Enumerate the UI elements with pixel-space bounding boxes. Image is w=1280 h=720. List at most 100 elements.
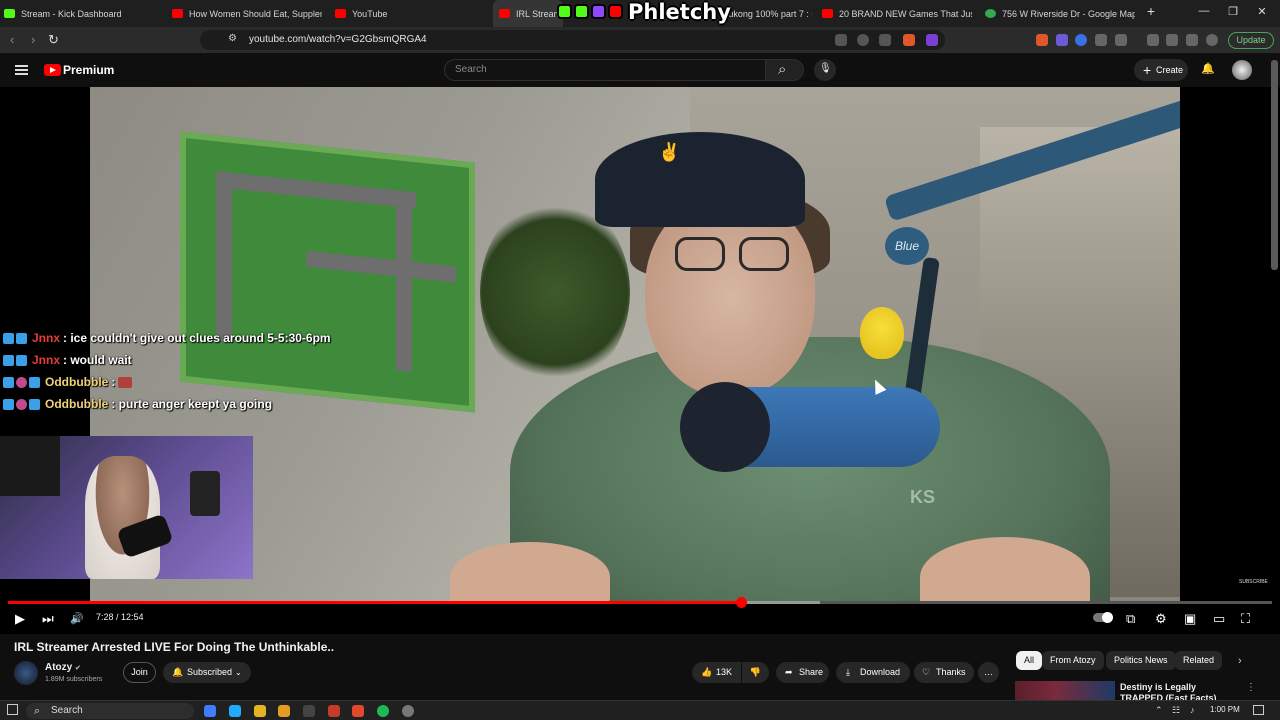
youtube-icon xyxy=(499,9,510,18)
copilot-icon[interactable] xyxy=(204,705,216,717)
recommendation-menu-icon[interactable]: ⋮ xyxy=(1246,682,1256,693)
tab-irl-streamer[interactable]: IRL Streamer xyxy=(493,0,563,27)
tab-kick-dashboard[interactable]: Stream - Kick Dashboard xyxy=(4,0,164,27)
volume-tray-icon[interactable]: ♪ xyxy=(1190,705,1195,715)
voice-search-button[interactable]: 🎙 xyxy=(814,59,836,81)
recommendation-thumbnail[interactable] xyxy=(1015,681,1115,700)
minimize-button[interactable]: — xyxy=(1194,5,1214,17)
taskbar-search[interactable]: ⌕ Search xyxy=(26,703,194,719)
vpn-icon[interactable] xyxy=(1206,34,1218,46)
taskbar-app-icon[interactable] xyxy=(352,705,364,717)
browser-toolbar: ‹ › ↻ ☐ ⚙ youtube.com/watch?v=G2GbsmQRGA… xyxy=(0,27,1280,53)
dislike-button[interactable]: 👎 xyxy=(742,662,769,683)
autoplay-toggle[interactable] xyxy=(1093,612,1113,623)
subscribed-button[interactable]: 🔔 Subscribed ⌄ xyxy=(163,662,251,683)
sidebar-icon[interactable] xyxy=(1166,34,1178,46)
close-window-button[interactable]: ✕ xyxy=(1252,5,1272,18)
like-button[interactable]: 👍 13K xyxy=(692,662,741,683)
volume-icon[interactable]: 🔊 xyxy=(70,612,84,625)
taskbar-app-icon[interactable] xyxy=(303,705,315,717)
menu-icon[interactable] xyxy=(15,65,28,75)
forward-button[interactable]: › xyxy=(31,32,35,47)
new-tab-button[interactable]: + xyxy=(1141,3,1161,19)
chip-from-atozy[interactable]: From Atozy xyxy=(1042,651,1104,670)
tab-wukong[interactable]: Wukong 100% part 7 : Ch xyxy=(720,0,812,27)
notifications-bell-icon[interactable]: 🔔 xyxy=(1201,62,1215,75)
brave-browser-icon[interactable] xyxy=(328,705,340,717)
play-icon xyxy=(574,4,589,19)
taskbar-app-icon[interactable] xyxy=(402,705,414,717)
taskbar-search-label: Search xyxy=(51,705,83,716)
chip-all[interactable]: All xyxy=(1016,651,1043,670)
page-scrollbar[interactable] xyxy=(1271,60,1278,270)
progress-played xyxy=(8,601,741,604)
more-actions-button[interactable]: … xyxy=(978,662,999,683)
extension-icon[interactable] xyxy=(1056,34,1068,46)
play-button[interactable]: ▶ xyxy=(15,611,25,627)
back-button[interactable]: ‹ xyxy=(10,32,14,47)
share-button[interactable]: ➦ Share xyxy=(776,662,829,683)
tab-google-maps[interactable]: 756 W Riverside Dr - Google Maps xyxy=(985,0,1135,27)
chat-text: : purte anger keept ya going xyxy=(111,397,273,411)
extension-icon[interactable] xyxy=(1075,34,1087,46)
file-explorer-icon[interactable] xyxy=(278,705,290,717)
youtube-logo-icon[interactable] xyxy=(44,64,61,76)
thumbs-down-icon: 👎 xyxy=(749,667,762,677)
chip-related[interactable]: Related xyxy=(1175,651,1223,670)
windows-start-icon[interactable] xyxy=(7,704,18,715)
tab-women-eat[interactable]: How Women Should Eat, Supplemen xyxy=(172,0,322,27)
chip-politics-news[interactable]: Politics News xyxy=(1106,651,1176,670)
extension-icon[interactable] xyxy=(1036,34,1048,46)
network-icon[interactable]: ☷ xyxy=(1172,705,1180,716)
tab-youtube[interactable]: YouTube xyxy=(335,0,485,27)
ai-icon[interactable] xyxy=(1186,34,1198,46)
thanks-button[interactable]: ♡ Thanks xyxy=(914,662,974,683)
music-icon[interactable] xyxy=(1147,34,1159,46)
youtube-premium-label[interactable]: Premium xyxy=(63,63,114,77)
fullscreen-icon[interactable]: ⛶ xyxy=(1241,611,1250,627)
theater-mode-icon[interactable]: ▭ xyxy=(1213,611,1225,627)
taskbar-app-icon[interactable] xyxy=(229,705,241,717)
address-bar[interactable]: ⚙ youtube.com/watch?v=G2GbsmQRGA4 xyxy=(200,30,945,50)
channel-name[interactable]: Atozy ✔ xyxy=(45,662,81,673)
taskbar-app-icon[interactable] xyxy=(254,705,266,717)
spotify-icon[interactable] xyxy=(377,705,389,717)
puzzle-icon[interactable] xyxy=(1095,34,1107,46)
site-info-icon[interactable]: ⚙ xyxy=(228,33,237,44)
account-avatar[interactable] xyxy=(1232,60,1252,80)
screenshot-icon[interactable] xyxy=(1115,34,1127,46)
search-input[interactable]: Search xyxy=(444,59,766,81)
windows-taskbar: ⌕ Search ⌃ ☷ ♪ 1:00 PM xyxy=(0,700,1280,720)
next-button[interactable]: ⏭ xyxy=(42,611,54,627)
progress-scrubber[interactable] xyxy=(736,597,747,608)
settings-gear-icon[interactable]: ⚙ xyxy=(1155,611,1167,627)
reload-button[interactable]: ↻ xyxy=(48,32,59,48)
tab-new-games[interactable]: 20 BRAND NEW Games That Just Ge xyxy=(822,0,972,27)
download-button[interactable]: ⤓ Download xyxy=(836,662,910,683)
subscribe-watermark[interactable]: SUBSCRIBE xyxy=(1239,579,1268,585)
zoom-icon[interactable] xyxy=(857,34,869,46)
search-placeholder: Search xyxy=(455,64,487,75)
cast-icon[interactable] xyxy=(835,34,847,46)
badge-icon xyxy=(16,376,27,388)
join-button[interactable]: Join xyxy=(123,662,156,683)
chevron-right-icon[interactable]: › xyxy=(1238,655,1242,667)
share-page-icon[interactable] xyxy=(879,34,891,46)
brave-rewards-icon[interactable] xyxy=(926,34,938,46)
restore-button[interactable]: ❐ xyxy=(1223,5,1243,18)
update-button[interactable]: Update xyxy=(1228,32,1274,49)
clock[interactable]: 1:00 PM xyxy=(1210,705,1240,714)
miniplayer-icon[interactable]: ▣ xyxy=(1184,611,1196,627)
chat-message: Oddbubble: purte anger keept ya going xyxy=(3,397,272,411)
badge-icon xyxy=(29,398,40,410)
badge-icon xyxy=(3,332,14,344)
search-button[interactable]: ⌕ xyxy=(766,59,804,81)
notification-icon[interactable] xyxy=(1253,705,1264,715)
person-face xyxy=(645,197,815,397)
tray-chevron-up-icon[interactable]: ⌃ xyxy=(1155,705,1163,716)
brave-shields-icon[interactable] xyxy=(903,34,915,46)
badge-icon xyxy=(29,376,40,388)
channel-avatar[interactable] xyxy=(14,661,38,685)
captions-icon[interactable]: ⧉ xyxy=(1126,611,1135,627)
create-button[interactable]: Create xyxy=(1134,59,1188,81)
